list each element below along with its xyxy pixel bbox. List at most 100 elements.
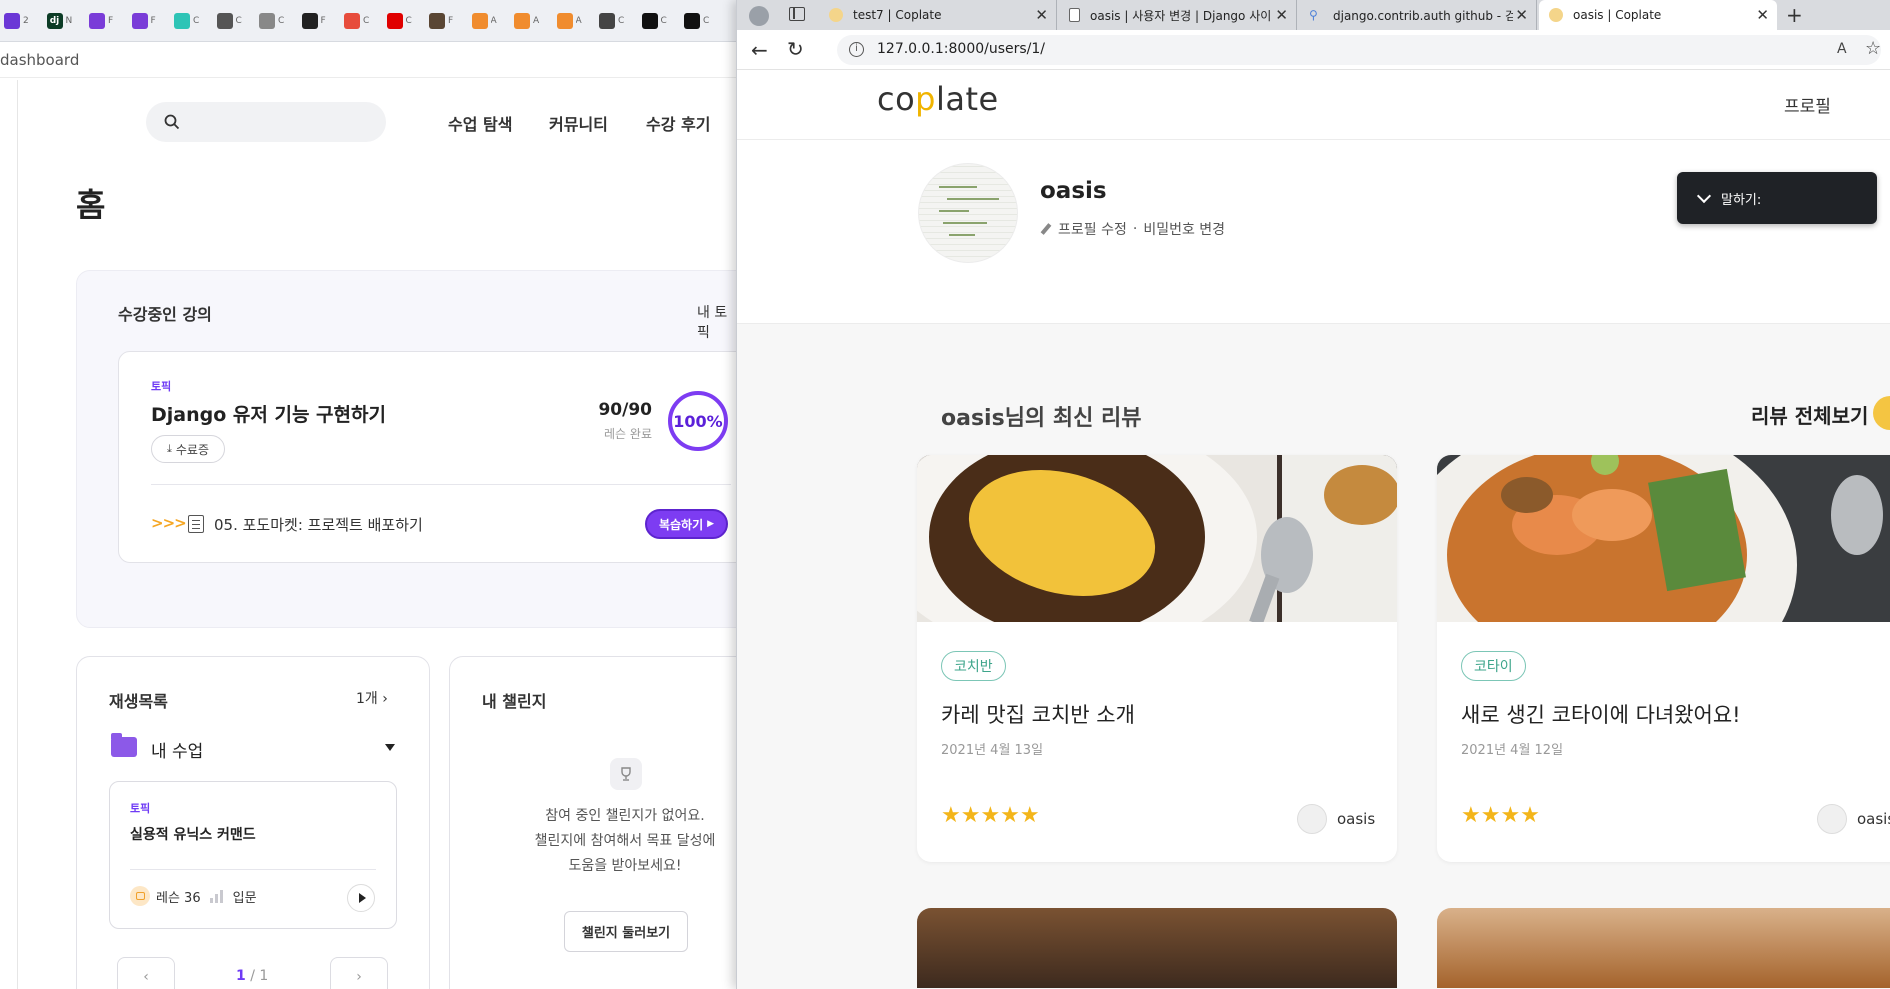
nav-reviews-link[interactable]: 수강 후기 <box>646 111 710 135</box>
explore-challenges-button[interactable]: 챌린지 둘러보기 <box>564 911 688 952</box>
browser-tab[interactable]: A <box>514 10 550 32</box>
info-icon[interactable]: i <box>849 42 864 57</box>
folder-label[interactable]: 내 수업 <box>151 737 203 762</box>
browser-tab[interactable]: C <box>259 10 295 32</box>
page-title: 홈 <box>76 186 106 224</box>
browser-tab[interactable]: A <box>556 10 593 32</box>
read-aloud-icon[interactable]: A <box>1837 41 1847 57</box>
pencil-icon <box>1040 223 1052 235</box>
review-title[interactable]: 새로 생긴 코타이에 다녀왔어요! <box>1461 699 1741 729</box>
tab-favicon-icon <box>174 13 190 29</box>
review-photo-padthai <box>1437 455 1890 622</box>
tab-title: F <box>108 16 114 26</box>
sidebar-divider <box>17 80 18 989</box>
chevron-left-icon: ‹ <box>143 969 149 985</box>
browser-tab[interactable]: C <box>386 10 423 32</box>
certificate-button[interactable]: ⤓ 수료증 <box>151 435 225 463</box>
play-button[interactable] <box>347 884 375 912</box>
reload-icon[interactable]: ↻ <box>787 37 804 61</box>
tab-title: C <box>363 16 370 26</box>
tab-title: django.contrib.auth github - 검색 <box>1333 8 1513 23</box>
tab-favicon-icon <box>216 13 233 29</box>
folder-icon <box>111 733 137 757</box>
browser-tab[interactable]: dj N <box>46 10 83 32</box>
close-tab-icon[interactable]: ✕ <box>1035 6 1048 24</box>
tab-title: F <box>448 16 454 26</box>
new-tab-icon[interactable]: + <box>1786 3 1803 27</box>
review-photo-burger[interactable] <box>917 908 1397 988</box>
browser-tab[interactable]: C <box>216 10 253 32</box>
browser-tab[interactable]: F <box>131 10 168 32</box>
tab-title: C <box>235 16 242 26</box>
prev-page-button[interactable]: ‹ <box>117 957 175 989</box>
browser-tab[interactable]: C <box>344 10 380 32</box>
view-all-reviews-link[interactable]: 리뷰 전체보기 <box>1751 400 1868 429</box>
playlist-item-tag: 토픽 <box>130 802 151 815</box>
tab-oasis-coplate[interactable]: oasis | Coplate ✕ <box>1539 0 1777 30</box>
chevron-down-icon[interactable] <box>1696 188 1712 203</box>
browser-tab[interactable]: C <box>599 10 635 32</box>
edit-profile-link[interactable]: 프로필 수정 <box>1058 219 1127 239</box>
next-lesson-title[interactable]: 05. 포도마켓: 프로젝트 배포하기 <box>214 514 423 535</box>
nav-profile-link[interactable]: 프로필 <box>1784 92 1831 117</box>
browser-tab[interactable]: C <box>641 10 678 32</box>
review-date: 2021년 4월 13일 <box>941 743 1044 758</box>
browser-tab[interactable]: F <box>301 10 338 32</box>
caret-down-icon[interactable] <box>385 744 395 751</box>
next-page-button[interactable]: › <box>330 957 388 989</box>
progress-count: 90/90 <box>598 400 652 420</box>
profile-avatar-icon[interactable] <box>749 6 769 26</box>
nav-community-link[interactable]: 커뮤니티 <box>549 111 608 135</box>
tab-title: A <box>575 16 582 26</box>
browser-tab[interactable]: C <box>684 10 720 32</box>
site-logo[interactable]: coplate <box>877 80 999 118</box>
divider <box>151 484 731 485</box>
course-tag: 토픽 <box>151 380 172 393</box>
browser-tab[interactable]: A <box>471 10 508 32</box>
browser-tab[interactable]: F <box>429 10 465 32</box>
browser-tab[interactable]: C <box>174 10 210 32</box>
address-bar[interactable]: i 127.0.0.1:8000/users/1/ A ☆ <box>837 35 1881 65</box>
restaurant-badge[interactable]: 코타이 <box>1461 651 1526 681</box>
review-photo-curry <box>917 455 1397 622</box>
review-title[interactable]: 카레 맛집 코치반 소개 <box>941 699 1135 729</box>
current-page: 1 <box>236 968 246 984</box>
tab-test7[interactable]: test7 | Coplate ✕ <box>819 0 1057 30</box>
close-tab-icon[interactable]: ✕ <box>1515 6 1528 24</box>
progress-percent: 100% <box>673 411 723 431</box>
playlist-item-name[interactable]: 실용적 유닉스 커맨드 <box>130 824 256 844</box>
empty-line-3: 도움을 받아보세요! <box>568 858 682 874</box>
tab-django-admin[interactable]: oasis | 사용자 변경 | Django 사이 ✕ <box>1059 0 1297 30</box>
logo-bulb: p <box>915 80 936 118</box>
browser-tab[interactable]: F <box>89 10 125 32</box>
back-arrow-icon[interactable]: ← <box>751 38 768 62</box>
tab-title: C <box>193 16 200 26</box>
tab-actions-icon[interactable] <box>789 7 805 21</box>
close-tab-icon[interactable]: ✕ <box>1756 6 1769 24</box>
progress-ring: 100% <box>668 391 728 451</box>
browser-tab[interactable]: 2 <box>4 10 40 32</box>
read-aloud-label: 말하기: <box>1721 192 1762 208</box>
url-text[interactable]: 127.0.0.1:8000/users/1/ <box>877 41 1045 57</box>
profile-avatar <box>918 163 1018 263</box>
search-input[interactable] <box>146 102 386 142</box>
restaurant-badge[interactable]: 코치반 <box>941 651 1006 681</box>
my-topics-link[interactable]: 내 토픽 <box>697 302 736 342</box>
close-tab-icon[interactable]: ✕ <box>1275 6 1288 24</box>
read-aloud-popup[interactable]: 말하기: <box>1677 172 1877 224</box>
review-photo-noodles[interactable] <box>1437 908 1890 988</box>
course-name[interactable]: Django 유저 기능 구현하기 <box>151 400 386 427</box>
review-button[interactable]: 복습하기 ▶ <box>645 509 728 539</box>
coplate-favicon-icon <box>829 8 843 22</box>
review-card[interactable]: 코타이 새로 생긴 코타이에 다녀왔어요! 2021년 4월 12일 ★★★★ … <box>1437 455 1890 862</box>
review-card[interactable]: 코치반 카레 맛집 코치반 소개 2021년 4월 13일 ★★★★★ oasi… <box>917 455 1397 862</box>
playlist-count-link[interactable]: 1개 › <box>356 688 388 708</box>
tab-search[interactable]: ⚲ django.contrib.auth github - 검색 ✕ <box>1299 0 1537 30</box>
nav-explore-link[interactable]: 수업 탐색 <box>448 111 512 135</box>
change-password-link[interactable]: 비밀번호 변경 <box>1143 219 1225 239</box>
progress-caption: 레슨 완료 <box>604 427 652 441</box>
tab-title: N <box>65 16 73 26</box>
tab-title: A <box>533 16 540 26</box>
favorite-star-icon[interactable]: ☆ <box>1865 38 1881 59</box>
tab-favicon-icon <box>131 13 148 29</box>
